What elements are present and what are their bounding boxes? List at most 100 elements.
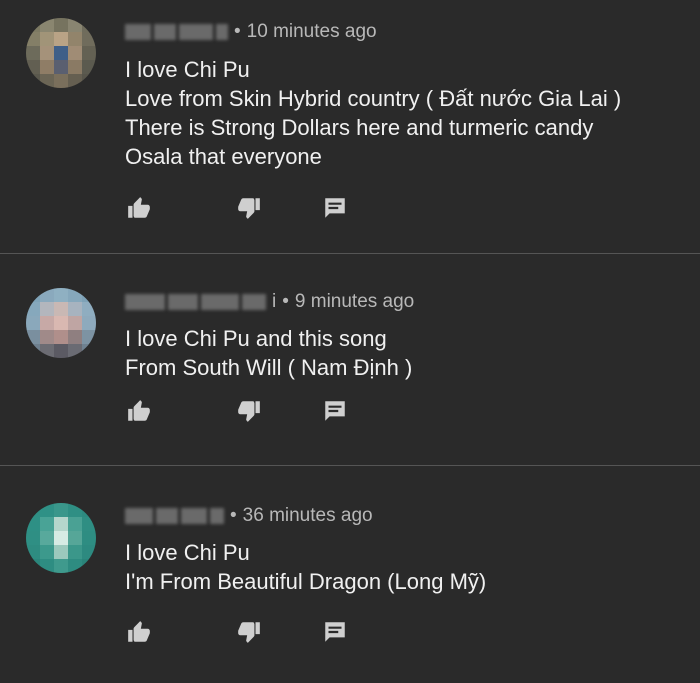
avatar-pixel — [82, 559, 96, 573]
reply-button[interactable] — [319, 617, 351, 647]
avatar-pixel — [68, 288, 82, 302]
avatar-pixel — [82, 60, 96, 74]
author-name-blurred[interactable] — [125, 294, 266, 310]
avatar-pixel — [26, 503, 40, 517]
avatar-pixel — [54, 32, 68, 46]
comment-text: I love Chi Pu I'm From Beautiful Dragon … — [125, 538, 486, 596]
comment-actions — [123, 617, 363, 647]
comment-time[interactable]: 10 minutes ago — [247, 21, 377, 43]
avatar-pixel — [82, 344, 96, 358]
avatar-pixel — [40, 559, 54, 573]
avatar-pixel — [26, 559, 40, 573]
avatar-pixel — [82, 32, 96, 46]
avatar-pixel — [54, 288, 68, 302]
thumbs-down-icon — [238, 622, 260, 643]
meta-separator: • — [230, 505, 237, 526]
comment-item: • 36 minutes ago I love Chi Pu I'm From … — [0, 466, 700, 683]
avatar-pixel — [68, 503, 82, 517]
avatar-pixel — [68, 545, 82, 559]
avatar-pixel — [82, 545, 96, 559]
comment-text: I love Chi Pu and this song From South W… — [125, 324, 412, 382]
avatar-pixel — [82, 316, 96, 330]
comment-actions — [123, 396, 363, 426]
avatar-pixel — [26, 344, 40, 358]
avatar-pixel — [68, 344, 82, 358]
avatar-pixel — [26, 18, 40, 32]
avatar-pixel — [68, 316, 82, 330]
thumbs-down-icon — [238, 401, 260, 422]
avatar-pixel — [68, 18, 82, 32]
dislike-button[interactable] — [233, 617, 265, 647]
avatar-pixel — [40, 74, 54, 88]
thumbs-up-icon — [128, 621, 150, 642]
dislike-button[interactable] — [233, 193, 265, 223]
avatar-pixel — [68, 74, 82, 88]
comment-line: I'm From Beautiful Dragon (Long Mỹ) — [125, 569, 487, 594]
avatar-pixel — [54, 18, 68, 32]
avatar-pixel — [40, 32, 54, 46]
comment-line: There is Strong Dollars here and turmeri… — [125, 115, 594, 140]
author-name-suffix[interactable]: i — [272, 291, 276, 313]
reply-button[interactable] — [319, 396, 351, 426]
reply-comment-icon — [325, 622, 345, 642]
thumbs-down-icon — [238, 198, 260, 219]
comment-line: I love Chi Pu — [125, 540, 250, 565]
avatar-pixel — [54, 316, 68, 330]
avatar-pixel — [54, 60, 68, 74]
avatar-pixel — [68, 46, 82, 60]
comment-text: I love Chi Pu Love from Skin Hybrid coun… — [125, 55, 621, 171]
avatar[interactable] — [26, 18, 96, 88]
avatar[interactable] — [26, 503, 96, 573]
avatar-pixel — [82, 288, 96, 302]
comment-line: From South Will ( Nam Định ) — [125, 355, 413, 380]
avatar-pixel — [40, 545, 54, 559]
avatar-pixel — [54, 46, 68, 60]
reply-comment-icon — [325, 401, 345, 421]
comment-line: I love Chi Pu — [125, 57, 250, 82]
avatar-pixel — [40, 288, 54, 302]
avatar-pixel — [26, 316, 40, 330]
like-button[interactable] — [123, 396, 155, 426]
comment-time[interactable]: 36 minutes ago — [243, 505, 373, 527]
avatar-pixel — [26, 60, 40, 74]
avatar-pixel — [40, 531, 54, 545]
avatar-pixel — [82, 74, 96, 88]
avatar-pixel — [54, 517, 68, 531]
avatar-pixel — [82, 503, 96, 517]
comment-meta: • 10 minutes ago — [125, 19, 377, 45]
comment-meta: i • 9 minutes ago — [125, 289, 414, 315]
comment-item: • 10 minutes ago I love Chi Pu Love from… — [0, 0, 700, 254]
avatar-pixel — [26, 46, 40, 60]
author-name-blurred[interactable] — [125, 24, 228, 40]
comment-line: I love Chi Pu and this song — [125, 326, 387, 351]
comment-time[interactable]: 9 minutes ago — [295, 291, 414, 313]
avatar-pixel — [54, 559, 68, 573]
avatar-pixel — [68, 330, 82, 344]
avatar-pixel — [68, 531, 82, 545]
like-button[interactable] — [123, 617, 155, 647]
avatar-pixel — [26, 330, 40, 344]
avatar[interactable] — [26, 288, 96, 358]
avatar-pixel — [40, 517, 54, 531]
avatar-pixel — [54, 503, 68, 517]
reply-button[interactable] — [319, 193, 351, 223]
meta-separator: • — [282, 291, 289, 312]
comment-line: Love from Skin Hybrid country ( Đất nước… — [125, 86, 622, 111]
reply-comment-icon — [325, 198, 345, 218]
avatar-pixel — [26, 531, 40, 545]
avatar-pixel — [40, 316, 54, 330]
thumbs-up-icon — [128, 400, 150, 421]
avatar-pixel — [40, 302, 54, 316]
avatar-pixel — [82, 517, 96, 531]
like-button[interactable] — [123, 193, 155, 223]
thumbs-up-icon — [128, 197, 150, 218]
dislike-button[interactable] — [233, 396, 265, 426]
avatar-pixel — [26, 288, 40, 302]
avatar-pixel — [40, 46, 54, 60]
avatar-pixel — [54, 545, 68, 559]
comment-actions — [123, 193, 363, 223]
avatar-pixel — [68, 302, 82, 316]
avatar-pixel — [68, 32, 82, 46]
author-name-blurred[interactable] — [125, 508, 224, 524]
comment-meta: • 36 minutes ago — [125, 503, 373, 529]
